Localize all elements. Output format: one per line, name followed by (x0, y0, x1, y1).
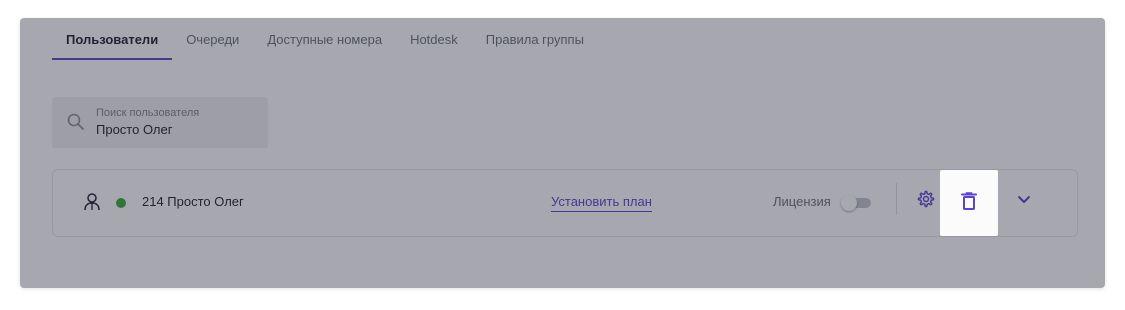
user-search-field[interactable]: Поиск пользователя Просто Олег (52, 97, 268, 148)
tab-available-numbers[interactable]: Доступные номера (253, 18, 396, 60)
search-icon (66, 112, 86, 132)
actions-divider (896, 183, 897, 215)
expand-row-button[interactable] (1013, 192, 1035, 210)
license-toggle[interactable] (841, 195, 871, 211)
search-field-label: Поиск пользователя (96, 107, 200, 119)
tab-bar: Пользователи Очереди Доступные номера Ho… (52, 18, 598, 62)
tab-group-rules[interactable]: Правила группы (472, 18, 598, 60)
set-plan-link[interactable]: Установить план (551, 194, 652, 212)
license-label: Лицензия (773, 194, 831, 209)
gear-icon (916, 189, 936, 214)
online-status-dot (116, 198, 126, 208)
user-row: 214 Просто Олег Установить план Лицензия (52, 169, 1078, 237)
tab-users[interactable]: Пользователи (52, 18, 173, 60)
license-toggle-knob (841, 195, 857, 211)
user-icon (83, 192, 101, 212)
settings-button[interactable] (915, 190, 937, 212)
chevron-down-icon (1017, 192, 1031, 210)
search-input-value[interactable]: Просто Олег (96, 122, 172, 137)
users-panel: Пользователи Очереди Доступные номера Ho… (20, 18, 1105, 288)
delete-user-button[interactable] (940, 170, 998, 236)
tab-queues[interactable]: Очереди (172, 18, 253, 60)
user-name: 214 Просто Олег (142, 194, 244, 209)
trash-icon (961, 191, 977, 215)
tab-hotdesk[interactable]: Hotdesk (396, 18, 472, 60)
